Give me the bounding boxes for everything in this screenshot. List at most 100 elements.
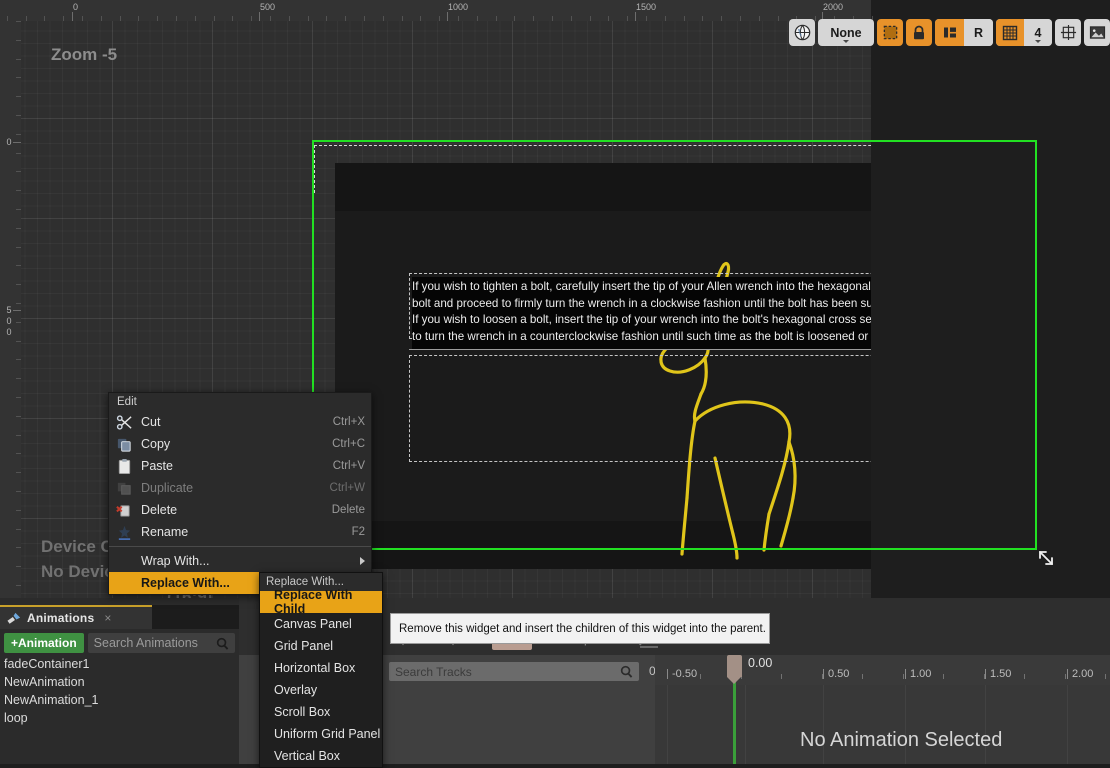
ruler-tick [635, 12, 636, 21]
timeline-tick-label: 1.50 [990, 668, 1012, 680]
menu-item-cut[interactable]: Cut Ctrl+X [109, 411, 371, 433]
timeline-minor-tick [700, 674, 701, 679]
submenu-item-replace-with-child[interactable]: Replace With Child [260, 588, 382, 616]
timeline-gridline [823, 685, 824, 764]
search-animations-input[interactable]: Search Animations [87, 633, 235, 653]
timeline-tick [823, 669, 824, 679]
animation-list: fadeContainer1 NewAnimation NewAnimation_1… [0, 655, 239, 727]
menu-item-shortcut: Delete [331, 504, 365, 516]
timeline-minor-tick [1024, 674, 1025, 679]
menu-separator [109, 546, 371, 547]
menu-item-shortcut: F2 [351, 526, 365, 538]
menu-item-duplicate: Duplicate Ctrl+W [109, 477, 371, 499]
timeline-ruler[interactable]: 0.00 -0.50 0.50 1.00 1.50 2.00 [655, 655, 1110, 685]
add-animation-button[interactable]: +Animation [4, 633, 84, 653]
timeline-minor-tick [903, 674, 904, 679]
menu-item-label: Delete [141, 503, 178, 517]
horizontal-ruler: 0 500 1000 1500 2000 [0, 0, 873, 21]
ruler-tick [72, 12, 73, 21]
ruler-tick-label: 2000 [823, 2, 844, 12]
delete-icon [115, 501, 133, 519]
search-icon [216, 637, 229, 650]
timeline-gridline [745, 685, 746, 764]
menu-item-rename[interactable]: Rename F2 [109, 521, 371, 543]
timeline-minor-tick [1105, 674, 1106, 679]
menu-item-label: Wrap With... [141, 554, 210, 568]
timeline-gridline [985, 685, 986, 764]
submenu-item-uniform-grid-panel[interactable]: Uniform Grid Panel [260, 723, 382, 745]
scissors-icon [115, 413, 133, 431]
ruler-tick-label: 0 [73, 2, 79, 12]
menu-item-label: Duplicate [141, 481, 194, 495]
clipboard-icon [115, 457, 133, 475]
menu-item-wrap-with[interactable]: Wrap With... [109, 550, 371, 572]
ruler-tick-label: 500 [260, 2, 276, 12]
menu-item-delete[interactable]: Delete Delete [109, 499, 371, 521]
menu-item-shortcut: Ctrl+V [332, 460, 365, 472]
timeline-tick [667, 669, 668, 679]
rename-icon [115, 523, 133, 541]
menu-item-spacer [115, 574, 133, 592]
playhead-handle[interactable] [727, 655, 742, 684]
timeline-tick [905, 669, 906, 679]
no-animation-message: No Animation Selected [800, 729, 1003, 751]
submenu-item-canvas-panel[interactable]: Canvas Panel [260, 613, 382, 635]
ruler-tick-label-char: 0 [6, 327, 12, 337]
globe-icon[interactable] [789, 19, 815, 46]
context-menu: Edit Cut Ctrl+X Copy Ctrl+C Paste Ctrl+V Dupli… [108, 392, 372, 595]
timeline-minor-tick [781, 674, 782, 679]
ruler-tick-label: 1500 [636, 2, 657, 12]
tooltip-text: Remove this widget and insert the childr… [399, 622, 766, 635]
animation-list-item[interactable]: NewAnimation_1 [0, 691, 239, 709]
menu-item-copy[interactable]: Copy Ctrl+C [109, 433, 371, 455]
timeline-tick-label: 2.00 [1072, 668, 1094, 680]
animation-list-item[interactable]: fadeContainer1 [0, 655, 239, 673]
selection-frame [312, 140, 1037, 550]
timeline-gridline [905, 685, 906, 764]
submenu-items: Replace With Child Canvas Panel Grid Panel… [260, 588, 382, 767]
fill-screen-dropdown[interactable]: None [818, 19, 874, 46]
submenu-item-horizontal-box[interactable]: Horizontal Box [260, 657, 382, 679]
animation-list-item[interactable]: NewAnimation [0, 673, 239, 691]
search-icon [620, 665, 633, 678]
submenu-item-grid-panel[interactable]: Grid Panel [260, 635, 382, 657]
menu-item-label: Copy [141, 437, 171, 451]
timeline-minor-tick [943, 674, 944, 679]
timeline-tick-label: -0.50 [672, 668, 698, 680]
context-menu-header: Edit [117, 396, 137, 408]
submenu-item-overlay[interactable]: Overlay [260, 679, 382, 701]
timeline-track-area[interactable] [655, 685, 1110, 764]
search-animations-placeholder: Search Animations [93, 636, 198, 650]
copy-icon [115, 435, 133, 453]
search-tracks-input[interactable]: Search Tracks [389, 662, 639, 681]
menu-item-paste[interactable]: Paste Ctrl+V [109, 455, 371, 477]
search-tracks-placeholder: Search Tracks [395, 664, 472, 679]
timeline-minor-tick [822, 674, 823, 679]
tooltip: Remove this widget and insert the childr… [390, 613, 770, 644]
ruler-tick-label-char: 0 [6, 316, 12, 326]
fill-screen-label: None [830, 25, 862, 40]
replace-with-submenu: Replace With... Replace With Child Canvas… [259, 572, 383, 768]
timeline-tick-label: 0.50 [828, 668, 850, 680]
timeline-gridline [667, 685, 668, 764]
timeline-minor-tick [862, 674, 863, 679]
animation-list-item[interactable]: loop [0, 709, 239, 727]
timeline-tick [985, 669, 986, 679]
vertical-ruler: 0500 [0, 21, 21, 598]
tab-animations-label: Animations [27, 611, 95, 625]
menu-item-shortcut: Ctrl+C [332, 438, 365, 450]
timeline-minor-tick [984, 674, 985, 679]
playhead-time-label: 0.00 [748, 656, 773, 670]
timeline-tick [1067, 669, 1068, 679]
menu-item-label: Rename [141, 525, 189, 539]
tab-animations[interactable]: Animations × [0, 605, 152, 629]
submenu-item-scroll-box[interactable]: Scroll Box [260, 701, 382, 723]
timeline-gridline [1067, 685, 1068, 764]
menu-item-label: Cut [141, 415, 161, 429]
animation-icon [6, 610, 22, 626]
unreal-umg-designer-window: Palette × Search Palette CommonEditorInp… [0, 0, 1110, 768]
close-icon[interactable]: × [104, 612, 111, 624]
menu-item-label: Paste [141, 459, 173, 473]
chevron-down-icon [843, 39, 849, 43]
menu-item-spacer [115, 552, 133, 570]
